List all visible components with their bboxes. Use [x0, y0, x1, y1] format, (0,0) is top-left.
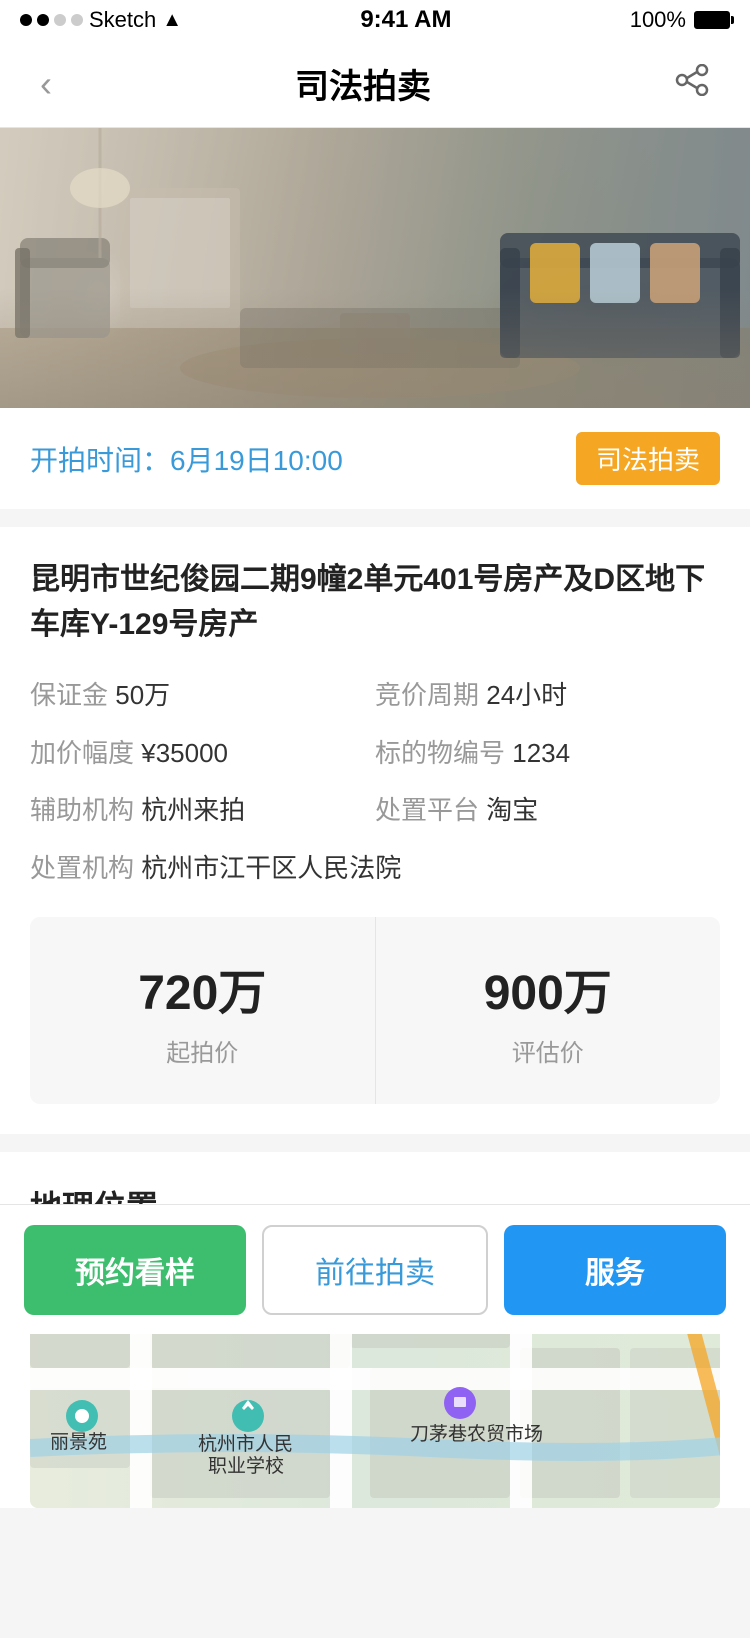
- assist-org-value: 杭州来拍: [141, 795, 245, 825]
- auction-time-bar: 开拍时间：6月19日10:00 司法拍卖: [0, 408, 750, 509]
- increment-item: 加价幅度 ¥35000: [30, 733, 375, 775]
- share-button[interactable]: [664, 54, 720, 114]
- start-price-label: 起拍价: [166, 1033, 238, 1068]
- dispose-org-item: 处置机构 杭州市江干区人民法院: [30, 848, 720, 890]
- auction-time-text: 开拍时间：6月19日10:00: [30, 439, 343, 479]
- signal-dot-4: [71, 14, 83, 26]
- status-time: 9:41 AM: [360, 6, 451, 34]
- signal-dots: [20, 14, 83, 26]
- property-title: 昆明市世纪俊园二期9幢2单元401号房产及D区地下车库Y-129号房产: [30, 557, 720, 647]
- battery-label: 100%: [630, 7, 686, 33]
- deposit-item: 保证金 50万: [30, 675, 375, 717]
- eval-price-label: 评估价: [512, 1033, 584, 1068]
- battery-icon: [694, 11, 730, 29]
- item-no-item: 标的物编号 1234: [375, 733, 720, 775]
- item-no-label: 标的物编号: [375, 738, 505, 768]
- property-info-grid: 保证金 50万 竞价周期 24小时 加价幅度 ¥35000 标的物编号 1234…: [30, 675, 720, 889]
- svg-text:刀茅巷农贸市场: 刀茅巷农贸市场: [410, 1423, 543, 1445]
- eval-price-amount: 900万: [484, 953, 612, 1023]
- bid-cycle-value: 24小时: [486, 680, 567, 710]
- increment-label: 加价幅度: [30, 738, 134, 768]
- svg-text:杭州市人民: 杭州市人民: [198, 1433, 293, 1455]
- svg-text:职业学校: 职业学校: [208, 1455, 284, 1477]
- start-price-amount: 720万: [138, 953, 266, 1023]
- platform-item: 处置平台 淘宝: [375, 790, 720, 832]
- property-hero-image: [0, 128, 750, 408]
- status-left: Sketch ▲: [20, 7, 182, 33]
- back-button[interactable]: ‹: [30, 53, 62, 115]
- carrier-label: Sketch: [89, 7, 156, 33]
- status-right: 100%: [630, 7, 730, 33]
- auction-type-badge[interactable]: 司法拍卖: [576, 432, 720, 485]
- bid-cycle-label: 竞价周期: [375, 680, 479, 710]
- status-bar: Sketch ▲ 9:41 AM 100%: [0, 0, 750, 40]
- wifi-icon: ▲: [162, 9, 182, 32]
- price-box: 720万 起拍价 900万 评估价: [30, 917, 720, 1104]
- signal-dot-3: [54, 14, 66, 26]
- deposit-label: 保证金: [30, 680, 108, 710]
- eval-price-cell: 900万 评估价: [376, 917, 721, 1104]
- bid-cycle-item: 竞价周期 24小时: [375, 675, 720, 717]
- platform-value: 淘宝: [486, 795, 538, 825]
- item-no-value: 1234: [512, 738, 570, 768]
- svg-text:丽景苑: 丽景苑: [50, 1431, 107, 1453]
- platform-label: 处置平台: [375, 795, 479, 825]
- signal-dot-1: [20, 14, 32, 26]
- dispose-org-label: 处置机构: [30, 853, 134, 883]
- goto-auction-button[interactable]: 前往拍卖: [262, 1225, 488, 1315]
- bottom-toolbar: 预约看样 前往拍卖 服务: [0, 1204, 750, 1334]
- increment-value: ¥35000: [141, 738, 228, 768]
- assist-org-item: 辅助机构 杭州来拍: [30, 790, 375, 832]
- deposit-value: 50万: [115, 680, 170, 710]
- dispose-org-value: 杭州市江干区人民法院: [141, 853, 401, 883]
- page-title: 司法拍卖: [295, 59, 431, 108]
- section-divider: [0, 1134, 750, 1152]
- assist-org-label: 辅助机构: [30, 795, 134, 825]
- property-details-section: 昆明市世纪俊园二期9幢2单元401号房产及D区地下车库Y-129号房产 保证金 …: [0, 527, 750, 1134]
- start-price-cell: 720万 起拍价: [30, 917, 376, 1104]
- service-button[interactable]: 服务: [504, 1225, 726, 1315]
- signal-dot-2: [37, 14, 49, 26]
- nav-bar: ‹ 司法拍卖: [0, 40, 750, 128]
- safe-area: [0, 1508, 750, 1638]
- appointment-button[interactable]: 预约看样: [24, 1225, 246, 1315]
